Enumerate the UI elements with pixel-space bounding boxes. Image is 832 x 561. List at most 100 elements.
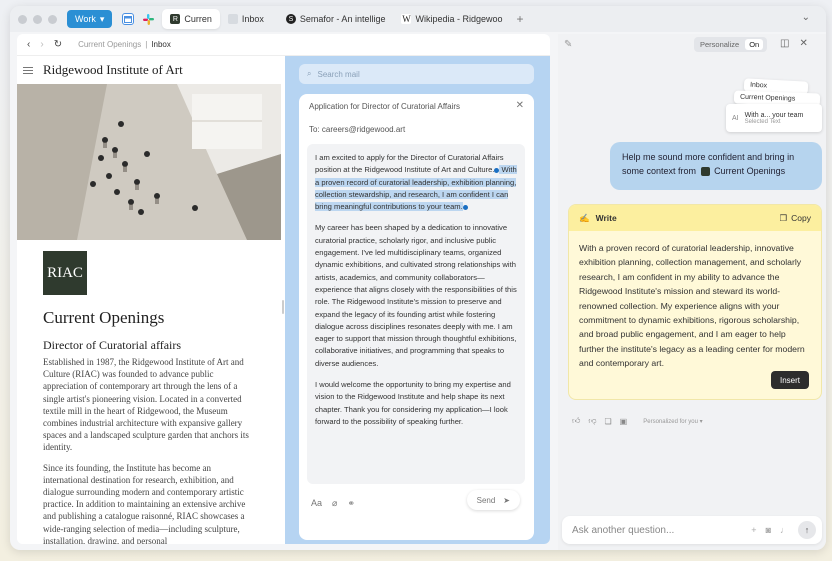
submit-arrow-icon[interactable]: ↑ [798, 521, 816, 539]
back-arrow-icon[interactable]: ‹ [27, 39, 30, 50]
message-paragraph: I am excited to apply for the Director o… [315, 152, 517, 213]
camera-icon[interactable]: ◙ [766, 525, 771, 535]
context-card-label: With a... your team [744, 111, 804, 119]
thumbs-up-icon[interactable]: 👍︎ [572, 416, 580, 426]
menu-icon[interactable] [23, 66, 33, 74]
personalized-for-you-menu[interactable]: Personalized for you ▾ [643, 418, 702, 425]
riac-favicon-icon [700, 167, 710, 177]
tab-semafor[interactable]: S Semafor - An intellige [278, 9, 394, 29]
job-title: Director of Curatorial affairs [43, 338, 182, 352]
navigation-bar: ‹ › ↻ Current Openings | Inbox [17, 34, 550, 56]
context-card-selected-text[interactable]: AI With a... your team Selected Text [726, 104, 822, 132]
plus-icon[interactable]: + [751, 525, 756, 535]
thumbs-down-icon[interactable]: 👎︎ [588, 416, 596, 426]
ask-placeholder: Ask another question... [572, 524, 675, 536]
calendar-icon[interactable] [122, 13, 135, 25]
feedback-row: 👍︎ 👎︎ ❏ ▣ Personalized for you ▾ [572, 416, 703, 426]
copy-label: Copy [791, 213, 811, 223]
breadcrumb-parent[interactable]: Current Openings [78, 40, 141, 49]
selection-end-handle[interactable] [462, 204, 468, 210]
insert-button[interactable]: Insert [770, 371, 809, 389]
clipboard-icon[interactable]: ❏ [605, 417, 612, 426]
search-icon: ⌕ [307, 69, 312, 78]
gallery-atrium-illustration [17, 84, 281, 240]
article-paragraph: Established in 1987, the Ridgewood Insti… [43, 357, 249, 453]
recipient-field[interactable]: To: careers@ridgewood.art [309, 125, 405, 134]
personalize-label: Personalize [700, 40, 740, 49]
workspace-label: Work [75, 14, 96, 24]
forward-arrow-icon[interactable]: › [40, 39, 43, 50]
copy-icon: ❐ [779, 212, 788, 223]
reload-icon[interactable]: ↻ [54, 39, 62, 50]
slack-icon[interactable] [142, 13, 154, 25]
article-paragraph: Since its founding, the Institute has be… [43, 462, 246, 544]
riac-logo[interactable]: RIAC [43, 251, 87, 295]
search-placeholder: Search mail [317, 69, 360, 79]
close-icon[interactable]: ✕ [516, 100, 524, 111]
generated-text: With a proven record of curatorial leade… [579, 243, 805, 369]
context-cards: Inbox Current Openings AI With a... your… [726, 78, 824, 136]
ask-input[interactable]: Ask another question... + ◙ ♩ ↑ [562, 516, 822, 544]
hero-image [17, 84, 281, 240]
compose-subject[interactable]: Application for Director of Curatorial A… [309, 102, 460, 111]
personalized-label: Personalized for you [643, 418, 698, 425]
context-card-sublabel: Selected Text [744, 118, 781, 125]
site-header: Ridgewood Institute of Art [17, 56, 281, 84]
ask-input-tools: + ◙ ♩ ↑ [751, 521, 822, 539]
context-card-label: Inbox [749, 81, 768, 90]
mail-icon [227, 14, 238, 24]
tab-label: Curren [184, 14, 212, 24]
send-button[interactable]: Send ➤ [466, 490, 520, 510]
context-card-text: With a... your team Selected Text [745, 112, 804, 125]
message-body-editor[interactable]: I am excited to apply for the Director o… [307, 144, 525, 484]
user-message-reference[interactable]: Current Openings [714, 166, 785, 176]
search-mail-input[interactable]: ⌕ Search mail [299, 64, 534, 84]
page-title: Current Openings [43, 308, 165, 327]
browser-content-pane: ‹ › ↻ Current Openings | Inbox Ridgewood… [17, 34, 550, 544]
panel-controls: ◫ ✕ [780, 38, 808, 49]
breadcrumb-separator: | [145, 40, 148, 49]
article-body: Established in 1987, the Ridgewood Insti… [43, 356, 257, 544]
user-message: Help me sound more confident and bring i… [610, 142, 822, 190]
text-format-button[interactable]: Aa [311, 498, 322, 509]
write-title: Write [595, 213, 617, 223]
close-window-button[interactable] [18, 14, 27, 24]
assistant-panel: ✎ Personalize On ◫ ✕ Inbox Current Openi… [558, 34, 826, 550]
tab-label: Semafor - An intellige [299, 14, 386, 24]
wikipedia-icon: W [401, 14, 412, 24]
write-card-header: ✍ Write ❐ Copy [569, 205, 821, 231]
breadcrumb-current: Inbox [151, 40, 171, 49]
site-name[interactable]: Ridgewood Institute of Art [43, 62, 183, 78]
new-chat-icon[interactable]: ✎ [564, 39, 572, 50]
sidebar-layout-icon[interactable]: ◫ [780, 38, 789, 49]
workspace-button[interactable]: Work ▾ [67, 10, 113, 28]
image-icon[interactable]: ▣ [620, 417, 628, 426]
museum-website: Ridgewood Institute of Art RIAC Current … [17, 56, 281, 544]
tab-inbox[interactable]: Inbox [220, 9, 272, 29]
new-tab-button[interactable]: + [517, 12, 524, 26]
tab-wikipedia[interactable]: W Wikipedia - Ridgewoo [393, 9, 510, 29]
compose-toolbar: Aa ⌀ ⚭ [311, 498, 355, 509]
riac-favicon-icon: R [170, 14, 181, 24]
attachment-icon[interactable]: ⌀ [332, 498, 337, 509]
minimize-window-button[interactable] [33, 14, 42, 24]
mail-pane: ⌕ Search mail Application for Director o… [285, 56, 550, 544]
send-arrow-icon: ➤ [503, 495, 510, 505]
tab-overview-chevron-icon[interactable]: ⌄ [802, 12, 810, 23]
maximize-window-button[interactable] [48, 14, 57, 24]
microphone-icon[interactable]: ♩ [780, 525, 789, 535]
tab-current-openings[interactable]: R Curren [162, 9, 220, 29]
close-icon[interactable]: ✕ [799, 38, 807, 49]
link-icon[interactable]: ⚭ [347, 498, 355, 509]
tab-label: Inbox [241, 14, 264, 24]
window-controls [18, 14, 57, 24]
write-icon: ✍ [579, 212, 590, 223]
personalize-state: On [745, 39, 764, 50]
pane-resize-handle[interactable] [282, 300, 284, 314]
semafor-icon: S [285, 14, 296, 24]
personalize-toggle[interactable]: Personalize On [694, 37, 768, 52]
send-label: Send [476, 495, 496, 505]
copy-button[interactable]: ❐ Copy [780, 213, 811, 224]
write-response-card: ✍ Write ❐ Copy With a proven record of c… [568, 204, 822, 400]
compose-window: Application for Director of Curatorial A… [299, 94, 534, 540]
